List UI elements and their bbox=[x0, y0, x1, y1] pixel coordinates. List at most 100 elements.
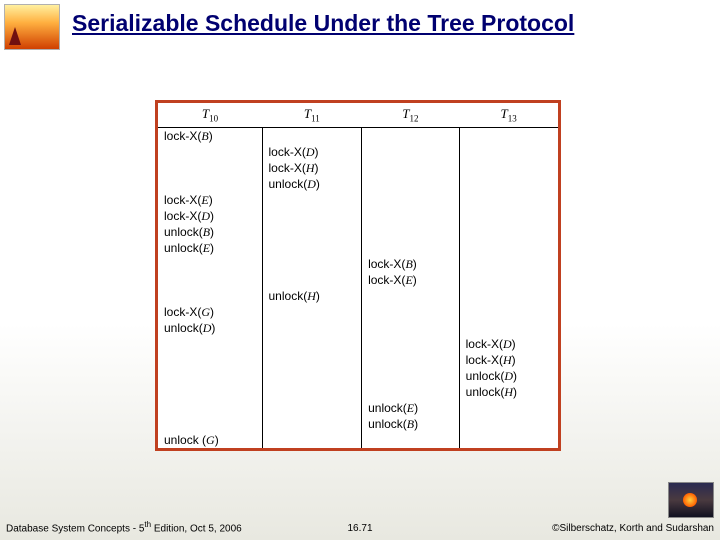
table-row: lock-X(D) bbox=[158, 336, 558, 352]
table-row: unlock(H) bbox=[158, 384, 558, 400]
table-cell: unlock(E) bbox=[158, 240, 262, 256]
table-header-row: T10 T11 T12 T13 bbox=[158, 103, 558, 127]
table-cell bbox=[262, 384, 362, 400]
table-cell bbox=[362, 160, 460, 176]
table-cell bbox=[362, 127, 460, 144]
table-row: lock-X(E) bbox=[158, 272, 558, 288]
table-row: unlock(E) bbox=[158, 240, 558, 256]
table-cell bbox=[158, 288, 262, 304]
table-cell bbox=[459, 432, 558, 448]
table-cell bbox=[459, 208, 558, 224]
table-cell bbox=[362, 176, 460, 192]
table-row: lock-X(B) bbox=[158, 256, 558, 272]
table-cell: lock-X(E) bbox=[158, 192, 262, 208]
table-cell: unlock(D) bbox=[459, 368, 558, 384]
table-cell bbox=[362, 208, 460, 224]
footer-left: Database System Concepts - 5th Edition, … bbox=[6, 520, 242, 534]
col-header: T13 bbox=[459, 103, 558, 127]
table-row: unlock(D) bbox=[158, 176, 558, 192]
table-cell bbox=[362, 384, 460, 400]
table-cell bbox=[158, 272, 262, 288]
table-cell bbox=[158, 352, 262, 368]
table-cell bbox=[362, 144, 460, 160]
table-cell bbox=[459, 160, 558, 176]
table-cell: lock-X(D) bbox=[262, 144, 362, 160]
table-cell bbox=[459, 304, 558, 320]
footer: Database System Concepts - 5th Edition, … bbox=[6, 520, 714, 534]
table-row: unlock(E) bbox=[158, 400, 558, 416]
table-row: unlock(B) bbox=[158, 224, 558, 240]
table-cell bbox=[459, 240, 558, 256]
table-row: lock-X(G) bbox=[158, 304, 558, 320]
table-cell: unlock(D) bbox=[158, 320, 262, 336]
table-cell bbox=[362, 320, 460, 336]
table-cell bbox=[459, 224, 558, 240]
table-cell bbox=[362, 352, 460, 368]
table-cell: unlock(D) bbox=[262, 176, 362, 192]
table-cell bbox=[262, 256, 362, 272]
table-cell: lock-X(E) bbox=[362, 272, 460, 288]
table-cell bbox=[262, 432, 362, 448]
table-row: lock-X(H) bbox=[158, 352, 558, 368]
table-row: unlock(H) bbox=[158, 288, 558, 304]
table-cell bbox=[459, 288, 558, 304]
table-cell bbox=[262, 192, 362, 208]
top-logo-icon bbox=[4, 4, 60, 50]
table-row: lock-X(D) bbox=[158, 144, 558, 160]
table-cell: lock-X(B) bbox=[362, 256, 460, 272]
table-cell: unlock(B) bbox=[158, 224, 262, 240]
table-cell: lock-X(G) bbox=[158, 304, 262, 320]
table-cell bbox=[158, 256, 262, 272]
table-cell: lock-X(D) bbox=[158, 208, 262, 224]
table-cell bbox=[262, 208, 362, 224]
table-cell bbox=[459, 127, 558, 144]
table-cell bbox=[262, 240, 362, 256]
table-cell bbox=[262, 336, 362, 352]
footer-page-number: 16.71 bbox=[242, 523, 478, 534]
table-row: lock-X(D) bbox=[158, 208, 558, 224]
table-cell bbox=[262, 224, 362, 240]
table-cell: lock-X(H) bbox=[459, 352, 558, 368]
table-cell bbox=[262, 368, 362, 384]
table-cell: unlock(B) bbox=[362, 416, 460, 432]
table-cell bbox=[459, 272, 558, 288]
table-row: lock-X(B) bbox=[158, 127, 558, 144]
table-cell: unlock(H) bbox=[262, 288, 362, 304]
table-cell bbox=[262, 272, 362, 288]
table-cell bbox=[158, 176, 262, 192]
table-row: unlock(B) bbox=[158, 416, 558, 432]
table-cell bbox=[459, 256, 558, 272]
table-cell bbox=[459, 192, 558, 208]
table-cell bbox=[362, 368, 460, 384]
schedule-figure: T10 T11 T12 T13 lock-X(B) lock-X(D) lock… bbox=[155, 100, 561, 451]
table-cell bbox=[459, 176, 558, 192]
col-header: T12 bbox=[362, 103, 460, 127]
table-cell bbox=[459, 144, 558, 160]
table-cell: lock-X(D) bbox=[459, 336, 558, 352]
table-row: unlock(D) bbox=[158, 368, 558, 384]
table-cell bbox=[362, 224, 460, 240]
col-header: T11 bbox=[262, 103, 362, 127]
table-cell bbox=[262, 320, 362, 336]
table-cell: unlock (G) bbox=[158, 432, 262, 448]
table-cell bbox=[362, 240, 460, 256]
table-cell bbox=[459, 320, 558, 336]
table-cell: lock-X(H) bbox=[262, 160, 362, 176]
table-row: unlock (G) bbox=[158, 432, 558, 448]
table-row: lock-X(E) bbox=[158, 192, 558, 208]
table-cell bbox=[362, 288, 460, 304]
table-cell bbox=[158, 416, 262, 432]
table-cell bbox=[362, 336, 460, 352]
table-cell bbox=[262, 352, 362, 368]
table-cell bbox=[158, 144, 262, 160]
schedule-table: T10 T11 T12 T13 lock-X(B) lock-X(D) lock… bbox=[158, 103, 558, 448]
table-cell bbox=[262, 400, 362, 416]
table-cell bbox=[158, 368, 262, 384]
table-cell bbox=[262, 127, 362, 144]
slide-title: Serializable Schedule Under the Tree Pro… bbox=[72, 10, 712, 37]
table-cell bbox=[459, 416, 558, 432]
table-cell bbox=[158, 400, 262, 416]
table-cell bbox=[158, 336, 262, 352]
col-header: T10 bbox=[158, 103, 262, 127]
table-cell: lock-X(B) bbox=[158, 127, 262, 144]
